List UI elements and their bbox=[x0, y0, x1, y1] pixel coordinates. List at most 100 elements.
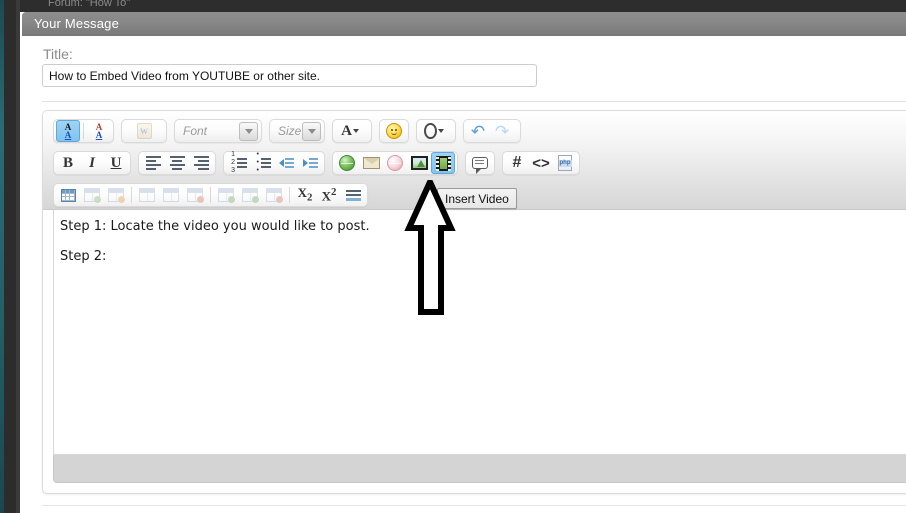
remove-link-button[interactable] bbox=[383, 152, 407, 174]
align-left-button[interactable] bbox=[141, 152, 165, 174]
breadcrumb: Forum: "How To" bbox=[48, 0, 131, 9]
table-properties-button[interactable] bbox=[80, 184, 104, 206]
font-size-select[interactable]: Size bbox=[269, 119, 325, 143]
subscript-button[interactable]: X2 bbox=[293, 184, 317, 206]
superscript-index: 2 bbox=[330, 186, 337, 199]
align-right-icon bbox=[193, 156, 209, 170]
chevron-down-icon[interactable] bbox=[438, 129, 444, 133]
spellcheck-remove-button[interactable]: A A bbox=[87, 120, 111, 142]
code-group: # <> php bbox=[502, 151, 580, 175]
smiley-icon bbox=[386, 123, 402, 139]
picture-icon bbox=[410, 156, 428, 170]
title-input[interactable] bbox=[42, 64, 537, 87]
table-tools-group: X2 X2 bbox=[53, 183, 368, 207]
superscript-base: X bbox=[321, 188, 331, 204]
spellcheck-icon: A A bbox=[65, 123, 72, 140]
chevron-down-icon[interactable] bbox=[239, 121, 258, 141]
align-left-icon bbox=[145, 156, 161, 170]
delete-row-button[interactable] bbox=[183, 184, 207, 206]
subscript-index: 2 bbox=[306, 191, 313, 204]
hash-icon: # bbox=[512, 154, 522, 171]
font-family-label: Font bbox=[183, 124, 208, 138]
insert-row-before-button[interactable] bbox=[135, 184, 159, 206]
spellcheck-remove-icon-bottom: A bbox=[95, 130, 103, 140]
insert-email-button[interactable] bbox=[359, 152, 383, 174]
text-style-group: B I U bbox=[53, 151, 131, 175]
insert-quote-button[interactable] bbox=[468, 152, 492, 174]
horizontal-rule-button[interactable] bbox=[341, 184, 365, 206]
decrease-indent-icon bbox=[278, 158, 294, 168]
superscript-button[interactable]: X2 bbox=[317, 184, 341, 206]
delete-column-button[interactable] bbox=[262, 184, 286, 206]
list-indent-group: 123 • • • bbox=[223, 151, 325, 175]
emoticon-group bbox=[379, 119, 409, 143]
insert-image-button[interactable] bbox=[407, 152, 431, 174]
paste-group: W bbox=[121, 119, 167, 143]
unordered-list-button[interactable]: • • • bbox=[250, 151, 274, 175]
subscript-icon: X2 bbox=[298, 186, 313, 203]
toolbar-divider bbox=[83, 123, 84, 139]
ordered-list-button[interactable]: 123 bbox=[226, 151, 250, 174]
bold-button[interactable]: B bbox=[56, 152, 80, 174]
editor-status-bar bbox=[53, 455, 906, 483]
spellcheck-group: A A A A bbox=[53, 119, 114, 143]
redo-arrow-icon: ↷ bbox=[494, 121, 510, 141]
row-delete-icon bbox=[187, 188, 204, 203]
undo-button[interactable]: ↶ bbox=[466, 120, 490, 142]
align-right-button[interactable] bbox=[189, 152, 213, 174]
envelope-icon bbox=[362, 157, 380, 169]
message-body-editor[interactable]: Step 1: Locate the video you would like … bbox=[53, 210, 906, 455]
page-title: Your Message bbox=[34, 16, 120, 31]
toolbar-divider bbox=[210, 187, 211, 203]
redo-button[interactable]: ↷ bbox=[490, 120, 514, 142]
insert-code-button[interactable]: <> bbox=[529, 152, 553, 174]
toolbar-row-3: X2 X2 bbox=[53, 181, 368, 209]
emoticon-button[interactable] bbox=[382, 120, 406, 142]
spellcheck-remove-icon: A A bbox=[95, 123, 103, 140]
toolbar-divider bbox=[131, 187, 132, 203]
php-document-icon-label: php bbox=[558, 159, 572, 167]
insert-video-tooltip: Insert Video bbox=[437, 188, 517, 209]
outdent-button[interactable] bbox=[274, 152, 298, 174]
insert-php-button[interactable]: php bbox=[553, 152, 577, 174]
insert-column-after-button[interactable] bbox=[238, 184, 262, 206]
chevron-down-icon[interactable] bbox=[352, 129, 359, 133]
quote-group bbox=[465, 151, 495, 175]
insert-link-button[interactable] bbox=[335, 152, 359, 174]
your-message-panel-header: Your Message bbox=[22, 12, 906, 36]
insert-column-before-button[interactable] bbox=[214, 184, 238, 206]
php-document-icon: php bbox=[558, 155, 572, 171]
attachment-group bbox=[416, 119, 456, 143]
forum-breadcrumb-bar: Forum: "How To" bbox=[20, 0, 906, 12]
insert-media-group bbox=[332, 151, 458, 175]
table-icon bbox=[60, 188, 76, 202]
rich-text-editor: A A A A W Font Size A ↶ ↷ B I U 1 2 3 • … bbox=[42, 110, 906, 494]
font-family-select[interactable]: Font bbox=[174, 119, 262, 143]
column-delete-icon bbox=[266, 188, 283, 203]
table-cell-properties-button[interactable] bbox=[104, 184, 128, 206]
underline-button[interactable]: U bbox=[104, 152, 128, 174]
align-center-button[interactable] bbox=[165, 152, 189, 174]
column-insert-after-icon bbox=[242, 188, 259, 203]
insert-row-after-button[interactable] bbox=[159, 184, 183, 206]
text-color-group: A bbox=[332, 119, 372, 143]
insert-video-button[interactable] bbox=[431, 152, 455, 174]
align-center-icon bbox=[169, 156, 185, 170]
italic-button[interactable]: I bbox=[80, 152, 104, 174]
toolbar-row-2: B I U 1 2 3 • • • # <> php bbox=[53, 149, 580, 177]
horizontal-rule-icon bbox=[345, 189, 361, 201]
film-strip-icon bbox=[435, 155, 451, 171]
title-separator bbox=[42, 101, 906, 102]
insert-table-button[interactable] bbox=[56, 184, 80, 206]
subscript-base: X bbox=[297, 185, 307, 201]
toolbar-divider bbox=[289, 187, 290, 203]
spellcheck-toggle-button[interactable]: A A bbox=[56, 120, 80, 142]
paste-from-word-button[interactable]: W bbox=[132, 120, 156, 142]
message-line-1: Step 1: Locate the video you would like … bbox=[60, 219, 370, 234]
insert-hash-button[interactable]: # bbox=[505, 152, 529, 174]
bulleted-list-icon: • • • bbox=[253, 151, 271, 175]
attachment-button[interactable] bbox=[419, 120, 449, 142]
indent-button[interactable] bbox=[298, 152, 322, 174]
chevron-down-icon[interactable] bbox=[302, 121, 321, 141]
text-color-button[interactable]: A bbox=[335, 120, 365, 142]
